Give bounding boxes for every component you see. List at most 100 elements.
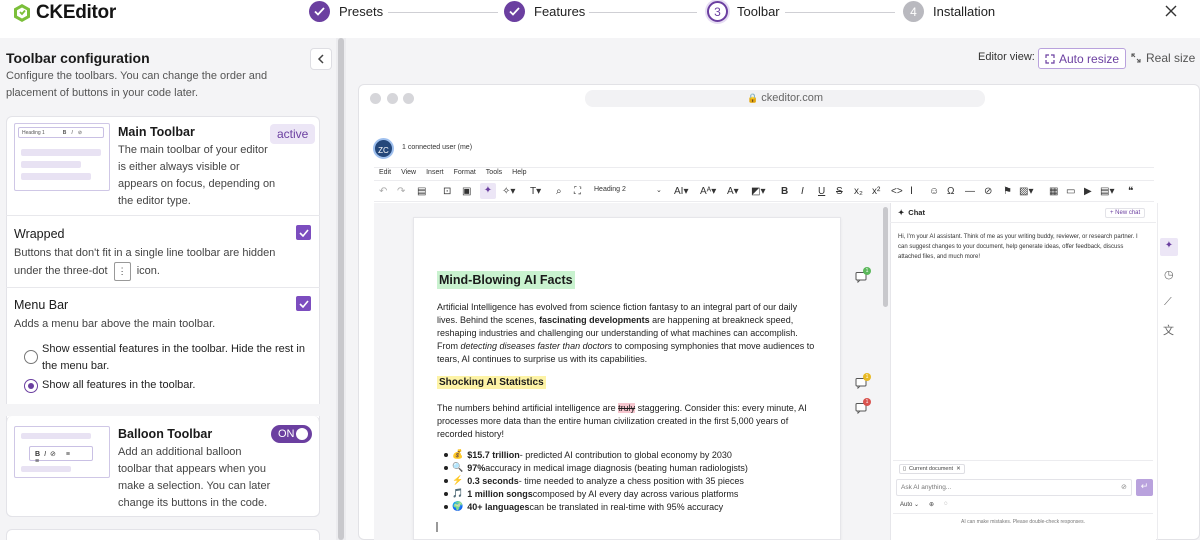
comments-icon[interactable]: ▣ (462, 186, 471, 197)
menu-format[interactable]: Format (454, 169, 476, 176)
horizontal-line-icon[interactable]: — (965, 186, 975, 197)
editor-view-label: Editor view: (978, 51, 1035, 63)
ai-assistant-icon[interactable]: ✦ (480, 183, 496, 199)
reasoning-icon[interactable]: ◌ (944, 501, 948, 508)
bookmark-icon[interactable]: ⚑ (1003, 186, 1012, 197)
balloon-toolbar-title: Balloon Toolbar (118, 427, 213, 441)
undo-icon[interactable]: ↶ (379, 186, 387, 197)
link-icon[interactable]: ⊘ (984, 186, 992, 197)
subscript-icon[interactable]: x₂ (854, 186, 863, 197)
special-characters-icon[interactable]: Ω (947, 186, 954, 197)
chat-input[interactable]: Ask AI anything... ⊘ (896, 479, 1132, 496)
auto-resize-button[interactable]: Auto resize (1038, 48, 1126, 69)
lightning-icon: ⚡ (452, 475, 464, 485)
ai-commands-icon[interactable]: ✧▾ (502, 186, 515, 197)
find-icon[interactable]: ⌕ (556, 186, 562, 197)
check-icon (298, 299, 309, 308)
chat-message: Hi, I'm your AI assistant. Think of me a… (898, 234, 1138, 260)
menu-view[interactable]: View (401, 169, 416, 176)
code-icon[interactable]: <> (891, 186, 903, 197)
menu-edit[interactable]: Edit (379, 169, 391, 176)
model-select[interactable]: Auto ⌄ (900, 501, 919, 508)
menu-help[interactable]: Help (512, 169, 526, 176)
redo-icon[interactable]: ↷ (397, 186, 405, 197)
menu-tools[interactable]: Tools (486, 169, 502, 176)
italic-icon[interactable]: I (801, 186, 804, 197)
expand-icon (1131, 53, 1141, 63)
table-icon[interactable]: ▦ (1049, 186, 1058, 197)
collapse-panel-button[interactable] (310, 48, 332, 70)
step-presets[interactable]: Presets (309, 1, 383, 22)
font-family-icon[interactable]: Aᴬ▾ (700, 186, 716, 197)
ai-sparkle-icon: ✦ (898, 208, 905, 217)
comment-marker[interactable]: 1 (855, 398, 871, 414)
check-icon (309, 1, 330, 22)
text-format-icon[interactable]: T▾ (530, 186, 541, 197)
bold-icon[interactable]: B (781, 186, 788, 197)
image-icon[interactable]: ▨▾ (1019, 186, 1033, 197)
step-toolbar[interactable]: 3 Toolbar (707, 1, 780, 22)
close-icon[interactable] (1164, 4, 1178, 18)
main-toolbar-title: Main Toolbar (118, 125, 195, 139)
attach-icon[interactable]: ⊘ (1121, 483, 1127, 491)
app-title: CKEditor (36, 2, 116, 23)
divider (890, 222, 1156, 223)
menu-option-all-radio[interactable] (24, 379, 38, 393)
chat-title: Chat (908, 208, 925, 217)
context-chip[interactable]: ▯ Current document ✕ (899, 464, 965, 474)
strikethrough-icon[interactable]: S (836, 186, 843, 197)
send-button[interactable]: ↵ (1136, 479, 1153, 496)
translate-icon[interactable]: 文 (1163, 322, 1174, 338)
window-dot (370, 93, 381, 104)
balloon-toolbar-toggle[interactable]: ON (271, 425, 312, 443)
step-installation[interactable]: 4 Installation (903, 1, 995, 22)
chat-options: Auto ⌄ ⊕ ◌ (900, 501, 948, 508)
fullscreen-icon[interactable]: ⛶ (574, 186, 581, 197)
superscript-icon[interactable]: x² (872, 186, 880, 197)
scrollbar-thumb[interactable] (338, 38, 344, 540)
ai-chat-tab-icon[interactable]: ✦ (1160, 238, 1178, 256)
font-color-icon[interactable]: A▾ (727, 186, 739, 197)
font-size-icon[interactable]: AI▾ (674, 186, 688, 197)
step-label: Features (534, 4, 586, 19)
doc-suggestion-text[interactable]: truly (618, 403, 636, 413)
editor-scrollbar[interactable] (883, 207, 888, 307)
new-chat-button[interactable]: + New chat (1105, 208, 1146, 218)
quick-actions-icon[interactable]: ⟋ (1164, 296, 1172, 309)
menu-option-essential-label[interactable]: Show essential features in the toolbar. … (42, 341, 306, 375)
real-size-button[interactable]: Real size (1131, 51, 1195, 65)
menu-bar-checkbox[interactable] (296, 296, 311, 311)
comment-marker[interactable]: 1 (855, 267, 871, 283)
chat-input-placeholder: Ask AI anything... (901, 484, 952, 491)
comment-add-icon[interactable]: ⊡ (443, 186, 451, 197)
comment-count-badge: 1 (863, 373, 871, 381)
divider (6, 287, 320, 288)
background-color-icon[interactable]: ◩▾ (751, 186, 765, 197)
url-bar[interactable]: 🔒 ckeditor.com (585, 90, 985, 107)
template-icon[interactable]: ▤▾ (1100, 186, 1114, 197)
menu-insert[interactable]: Insert (426, 169, 444, 176)
history-icon[interactable]: ◷ (1164, 268, 1174, 281)
chat-header: ✦ Chat (898, 208, 925, 217)
web-search-icon[interactable]: ⊕ (929, 501, 934, 508)
menu-option-all-label[interactable]: Show all features in the toolbar. (42, 377, 195, 394)
thumb-toolbar: Heading 1 B I ⊘ (18, 127, 104, 138)
remove-format-icon[interactable]: Ⅰ (910, 186, 913, 197)
file-manager-icon[interactable]: ▭ (1066, 186, 1075, 197)
list-bold: 0.3 seconds (467, 475, 519, 486)
wrapped-checkbox[interactable] (296, 225, 311, 240)
doc-italic-text: detecting diseases faster than doctors (460, 341, 613, 351)
emoji-icon[interactable]: ☺ (929, 186, 939, 197)
menu-option-essential-radio[interactable] (24, 350, 38, 364)
media-icon[interactable]: ▶ (1084, 186, 1092, 197)
underline-icon[interactable]: U (818, 186, 825, 197)
avatar[interactable]: ZC (373, 138, 394, 159)
panel-scrollbar[interactable] (336, 38, 346, 540)
step-features[interactable]: Features (504, 1, 585, 22)
blockquote-icon[interactable]: ❝ (1128, 186, 1133, 197)
close-icon[interactable]: ✕ (956, 466, 961, 472)
heading-select[interactable]: Heading 2 ⌄ (594, 186, 664, 194)
comment-marker[interactable]: 1 (855, 373, 871, 389)
track-changes-icon[interactable]: ▤ (417, 186, 426, 197)
connected-users: 1 connected user (me) (402, 144, 473, 151)
